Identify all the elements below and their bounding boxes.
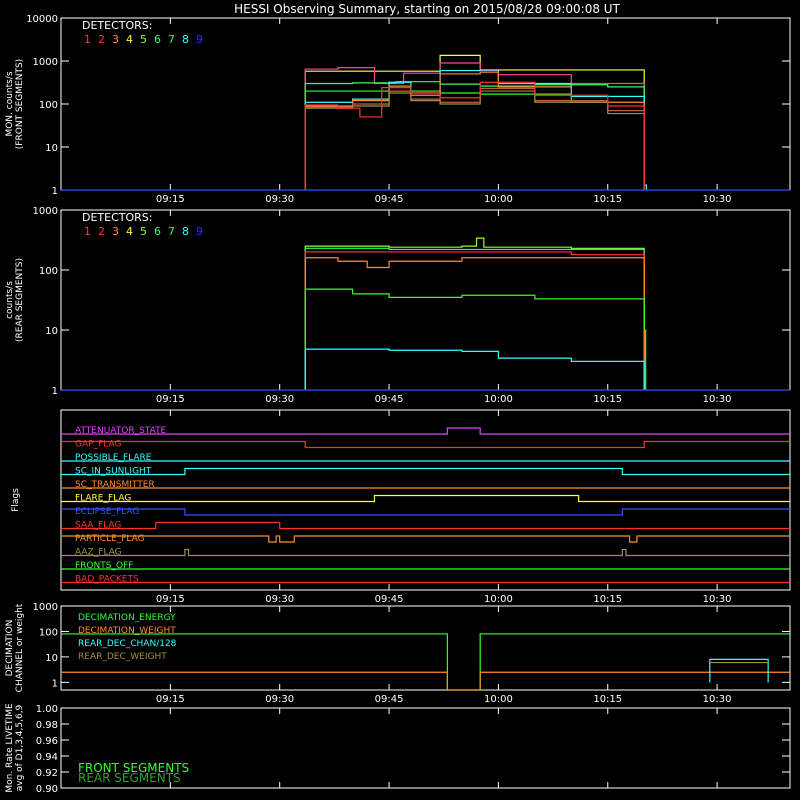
x-tick-label: 09:30 bbox=[265, 394, 294, 405]
x-tick-label: 09:30 bbox=[265, 594, 294, 605]
legend-title: DETECTORS: bbox=[82, 211, 152, 224]
y-axis-label: MON. counts/s bbox=[5, 71, 15, 136]
chart-title: HESSI Observing Summary, starting on 201… bbox=[234, 2, 620, 16]
y-tick-label: 0.92 bbox=[36, 768, 58, 779]
x-tick-label: 09:15 bbox=[156, 194, 185, 205]
y-tick-label: 0.96 bbox=[36, 736, 58, 747]
x-tick-label: 10:30 bbox=[703, 594, 732, 605]
legend-item: 2 bbox=[98, 225, 105, 238]
x-tick-label: 09:45 bbox=[375, 694, 404, 705]
x-tick-label: 10:00 bbox=[484, 694, 513, 705]
x-tick-label: 10:00 bbox=[484, 594, 513, 605]
x-tick-label: 09:45 bbox=[375, 394, 404, 405]
y-tick-label: 1000 bbox=[33, 206, 58, 217]
decimation-legend: REAR_DEC_WEIGHT bbox=[78, 652, 167, 662]
x-tick-label: 10:30 bbox=[703, 394, 732, 405]
y-tick-label: 10000 bbox=[26, 14, 58, 25]
y-tick-label: 1 bbox=[52, 386, 58, 397]
legend-item: 2 bbox=[98, 33, 105, 46]
y-tick-label: 0.90 bbox=[36, 784, 58, 795]
observing-summary-chart: HESSI Observing Summary, starting on 201… bbox=[0, 0, 800, 800]
legend-item: 6 bbox=[154, 33, 161, 46]
decimation-legend: DECIMATION_WEIGHT bbox=[78, 626, 176, 636]
x-tick-label: 10:30 bbox=[703, 194, 732, 205]
y-tick-label: 100 bbox=[39, 100, 58, 111]
y-tick-label: 0.94 bbox=[36, 752, 58, 763]
livetime-legend: REAR SEGMENTS bbox=[78, 771, 181, 785]
legend-item: 5 bbox=[140, 225, 147, 238]
legend-title: DETECTORS: bbox=[82, 19, 152, 32]
legend-item: 4 bbox=[126, 33, 133, 46]
y-tick-label: 1 bbox=[52, 186, 58, 197]
legend-item: 8 bbox=[182, 33, 189, 46]
y-tick-label: 10 bbox=[45, 653, 58, 664]
y-axis-label: Mon. Rate LIVETIME bbox=[5, 703, 15, 793]
y-axis-label-2: avg of D1,3,4,5,6,9 bbox=[15, 704, 25, 791]
x-tick-label: 10:30 bbox=[703, 694, 732, 705]
decimation-legend: REAR_DEC_CHAN/128 bbox=[78, 639, 177, 649]
x-tick-label: 10:15 bbox=[593, 394, 622, 405]
x-tick-label: 09:15 bbox=[156, 394, 185, 405]
y-tick-label: 1000 bbox=[33, 57, 58, 68]
y-axis-label: Flags bbox=[11, 488, 21, 512]
x-tick-label: 10:00 bbox=[484, 194, 513, 205]
legend-item: 7 bbox=[168, 33, 175, 46]
legend-item: 6 bbox=[154, 225, 161, 238]
legend-item: 3 bbox=[112, 33, 119, 46]
y-tick-label: 0.98 bbox=[36, 720, 58, 731]
y-axis-label-2: (REAR SEGMENTS) bbox=[15, 258, 25, 342]
y-axis-label: counts/s bbox=[5, 281, 15, 319]
y-tick-label: 100 bbox=[39, 266, 58, 277]
y-tick-label: 1 bbox=[52, 678, 58, 689]
x-tick-label: 09:15 bbox=[156, 694, 185, 705]
legend-item: 8 bbox=[182, 225, 189, 238]
legend-item: 3 bbox=[112, 225, 119, 238]
legend-item: 9 bbox=[196, 225, 203, 238]
decimation-legend: DECIMATION_ENERGY bbox=[78, 613, 176, 623]
legend-item: 4 bbox=[126, 225, 133, 238]
y-axis-label-2: (FRONT SEGMENTS) bbox=[15, 59, 25, 149]
y-tick-label: 100 bbox=[39, 627, 58, 638]
x-tick-label: 09:45 bbox=[375, 594, 404, 605]
x-tick-label: 09:45 bbox=[375, 194, 404, 205]
y-axis-label: DECIMATION bbox=[5, 620, 15, 677]
x-tick-label: 10:15 bbox=[593, 594, 622, 605]
legend-item: 7 bbox=[168, 225, 175, 238]
y-tick-label: 10 bbox=[45, 143, 58, 154]
y-tick-label: 1000 bbox=[33, 602, 58, 613]
x-tick-label: 09:30 bbox=[265, 194, 294, 205]
y-tick-label: 10 bbox=[45, 326, 58, 337]
legend-item: 5 bbox=[140, 33, 147, 46]
x-tick-label: 10:15 bbox=[593, 194, 622, 205]
x-tick-label: 09:30 bbox=[265, 694, 294, 705]
legend-item: 9 bbox=[196, 33, 203, 46]
legend-item: 1 bbox=[84, 33, 91, 46]
x-tick-label: 10:00 bbox=[484, 394, 513, 405]
x-tick-label: 10:15 bbox=[593, 694, 622, 705]
legend-item: 1 bbox=[84, 225, 91, 238]
y-axis-label-2: CHANNEL or weight bbox=[15, 603, 25, 692]
x-tick-label: 09:15 bbox=[156, 594, 185, 605]
y-tick-label: 1.00 bbox=[36, 704, 58, 715]
